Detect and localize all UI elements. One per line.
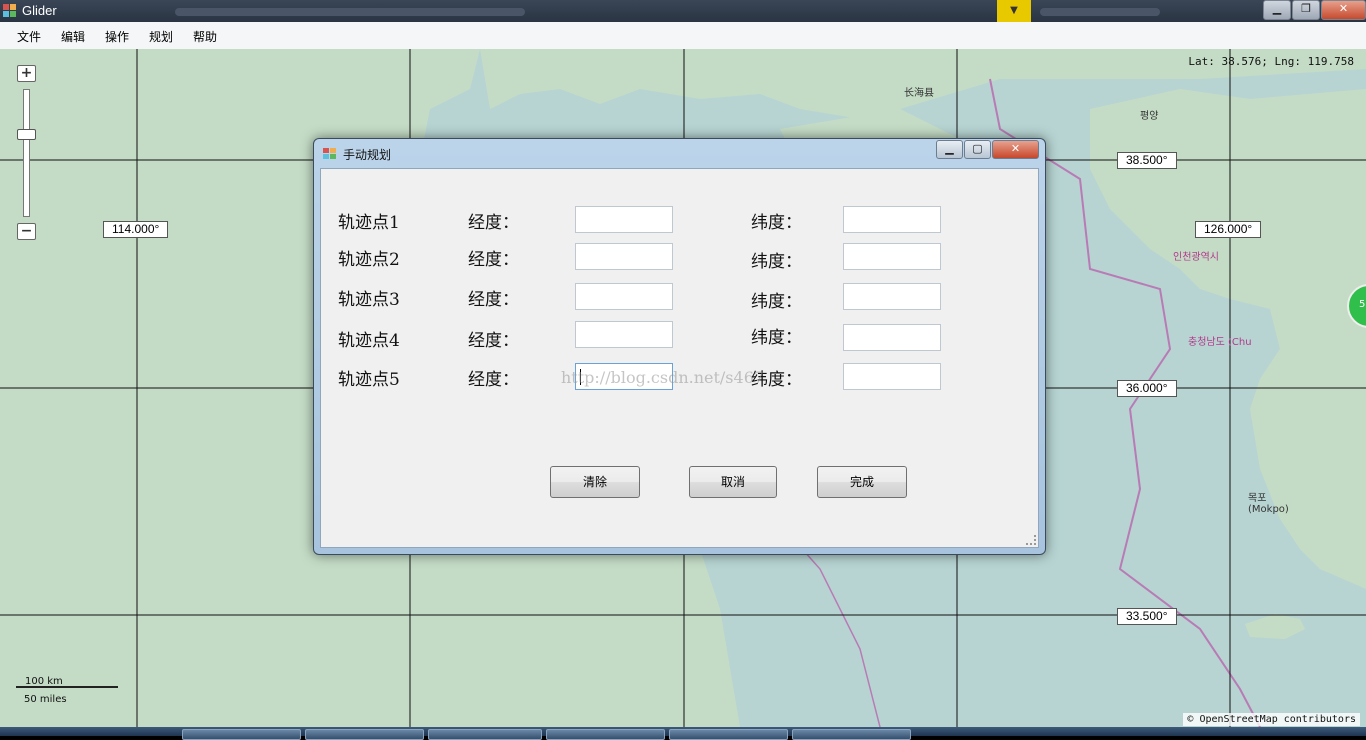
pin-icon[interactable]: ▼: [997, 0, 1031, 22]
taskbar-item[interactable]: [305, 729, 424, 740]
dialog-body: 轨迹点1 经度： 纬度： 轨迹点2 经度： 纬度： 轨迹点3 经度： 纬度： 轨…: [320, 168, 1039, 548]
menu-plan[interactable]: 规划: [149, 28, 173, 45]
zoom-slider-thumb[interactable]: [17, 129, 36, 141]
place-label-korea-3: 충청남도 (Chu: [1188, 337, 1252, 348]
waypoint-5-lng-label: 经度：: [468, 370, 519, 390]
window-controls: ▁ ❐ ✕: [1262, 0, 1366, 20]
waypoint-1-label: 轨迹点1: [338, 213, 400, 233]
clear-button[interactable]: 清除: [550, 466, 640, 498]
main-title-bar[interactable]: Glider ▼ ▁ ❐ ✕: [0, 0, 1366, 22]
waypoint-1-lat-label: 纬度：: [751, 213, 802, 233]
waypoint-1-lng-input[interactable]: [575, 206, 673, 233]
manual-plan-dialog: 手动规划 ▁ ▢ ✕ 轨迹点1 经度： 纬度： 轨迹点2 经度： 纬度： 轨迹点…: [313, 138, 1046, 555]
menu-file[interactable]: 文件: [17, 28, 41, 45]
waypoint-2-lng-input[interactable]: [575, 243, 673, 270]
app-icon: [3, 4, 17, 18]
waypoint-4-lat-label: 纬度：: [751, 328, 802, 348]
zoom-out-button[interactable]: −: [17, 223, 36, 240]
menu-bar: 文件 编辑 操作 规划 帮助: [0, 22, 1366, 50]
taskbar-item[interactable]: [792, 729, 911, 740]
menu-help[interactable]: 帮助: [193, 28, 217, 45]
grid-label-lat-36: 36.000°: [1117, 380, 1177, 397]
scale-miles-label: 50 miles: [24, 694, 67, 705]
minimize-icon[interactable]: ▁: [1263, 0, 1291, 20]
waypoint-2-lng-label: 经度：: [468, 250, 519, 270]
waypoint-3-lat-input[interactable]: [843, 283, 941, 310]
waypoint-5-label: 轨迹点5: [338, 370, 400, 390]
menu-edit[interactable]: 编辑: [61, 28, 85, 45]
land-jeju: [1245, 614, 1305, 639]
dialog-minimize-icon[interactable]: ▁: [936, 140, 963, 159]
dialog-window-controls: ▁ ▢ ✕: [935, 140, 1039, 159]
maximize-icon[interactable]: ❐: [1292, 0, 1320, 20]
place-label-korea-4: 목포 (Mokpo): [1248, 493, 1289, 515]
waypoint-2-lat-input[interactable]: [843, 243, 941, 270]
waypoint-5-lat-input[interactable]: [843, 363, 941, 390]
dialog-title: 手动规划: [343, 148, 392, 162]
zoom-in-button[interactable]: +: [17, 65, 36, 82]
grid-label-lon-114: 114.000°: [103, 221, 169, 238]
cancel-button[interactable]: 取消: [689, 466, 777, 498]
waypoint-1-lat-input[interactable]: [843, 206, 941, 233]
zoom-slider-track[interactable]: [23, 89, 30, 217]
resize-grip[interactable]: [1026, 535, 1036, 545]
waypoint-2-lat-label: 纬度：: [751, 252, 802, 272]
close-icon[interactable]: ✕: [1321, 0, 1366, 20]
waypoint-4-lat-input[interactable]: [843, 324, 941, 351]
place-label-korea-1: 평양: [1140, 111, 1159, 122]
waypoint-4-lng-label: 经度：: [468, 331, 519, 351]
dialog-close-icon[interactable]: ✕: [992, 140, 1039, 159]
waypoint-3-lng-input[interactable]: [575, 283, 673, 310]
waypoint-3-lat-label: 纬度：: [751, 292, 802, 312]
taskbar-item[interactable]: [669, 729, 788, 740]
title-bar-blur-right: [1040, 8, 1160, 16]
dialog-app-icon: [323, 148, 337, 160]
coordinate-readout: Lat: 38.576; Lng: 119.758: [1188, 55, 1354, 68]
taskbar-item[interactable]: [428, 729, 542, 740]
watermark-text: http://blog.csdn.net/s467: [561, 368, 765, 387]
waypoint-1-lng-label: 经度：: [468, 213, 519, 233]
taskbar-item[interactable]: [182, 729, 301, 740]
place-label-korea-2: 인천광역시: [1173, 252, 1219, 263]
taskbar-item[interactable]: [546, 729, 665, 740]
window-title: Glider: [22, 3, 57, 18]
waypoint-3-lng-label: 经度：: [468, 290, 519, 310]
waypoint-2-label: 轨迹点2: [338, 250, 400, 270]
grid-label-lat-38-5: 38.500°: [1117, 152, 1177, 169]
map-attribution[interactable]: © OpenStreetMap contributors: [1183, 713, 1360, 726]
done-button[interactable]: 完成: [817, 466, 907, 498]
menu-operate[interactable]: 操作: [105, 28, 129, 45]
waypoint-3-label: 轨迹点3: [338, 290, 400, 310]
title-bar-blur: [175, 8, 525, 16]
waypoint-4-label: 轨迹点4: [338, 331, 400, 351]
waypoint-4-lng-input[interactable]: [575, 321, 673, 348]
place-label-changhai: 长海县: [904, 88, 934, 99]
grid-label-lat-33-5: 33.500°: [1117, 608, 1177, 625]
dialog-maximize-icon[interactable]: ▢: [964, 140, 991, 159]
scale-bar: [16, 686, 118, 688]
grid-label-lon-126: 126.000°: [1195, 221, 1262, 238]
